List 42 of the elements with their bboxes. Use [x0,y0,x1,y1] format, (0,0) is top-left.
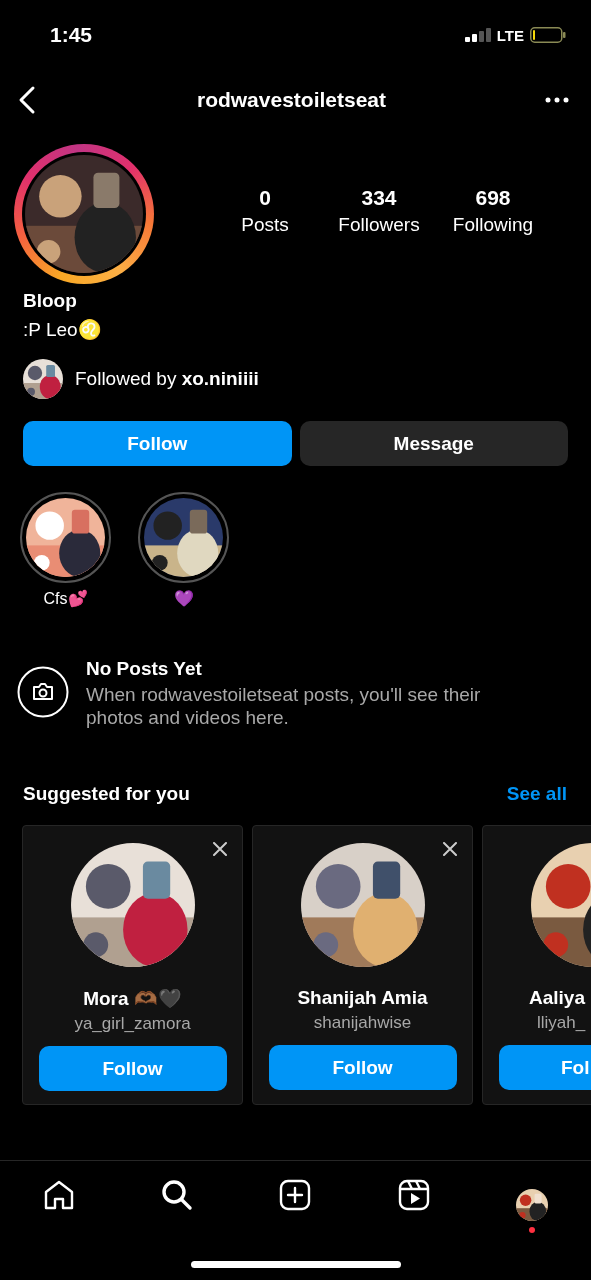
follow-button[interactable]: Follow [268,1045,457,1090]
section-title: Suggested for you [23,783,190,805]
follow-button[interactable]: Follow [23,421,292,466]
reels-icon[interactable] [397,1179,430,1211]
suggested-username: ya_girl_zamora [74,1014,191,1034]
message-button[interactable]: Message [299,421,568,466]
stat-count: 0 [259,186,271,210]
suggested-name: Aaliya [529,987,585,1009]
search-icon[interactable] [161,1179,194,1211]
suggested-name: Shanijah Amia [297,987,428,1009]
stat-label: Following [452,214,534,236]
close-icon[interactable] [443,842,457,856]
close-icon[interactable] [213,842,227,856]
suggested-name: Mora 🫶🏾🖤 [83,987,182,1010]
network-label: LTE [496,26,524,44]
suggested-username: lliyah_ [537,1013,586,1033]
highlight-label: 💜 [173,589,194,608]
stat-label: Followers [338,214,420,236]
battery-icon [530,27,566,43]
follow-button[interactable]: Fol [499,1045,591,1090]
stat-label: Posts [241,214,289,236]
signal-icon [464,28,491,42]
stat-count: 334 [361,186,397,210]
see-all-link[interactable]: See all [506,783,567,805]
more-icon[interactable] [545,97,569,103]
camera-icon [17,666,69,718]
display-name: Bloop [23,290,78,312]
clock-time: 1:45 [50,23,94,47]
highlight-label: Cfs💕 [43,589,88,608]
home-icon[interactable] [43,1179,76,1211]
empty-title: No Posts Yet [86,658,203,680]
follow-button[interactable]: Follow [38,1046,227,1091]
highlight-ring[interactable] [138,492,229,583]
bio-text: :P Leo♌ [23,318,103,341]
stat-count: 698 [475,186,511,210]
add-icon[interactable] [279,1179,312,1211]
highlight-ring[interactable] [20,492,111,583]
profile-tab[interactable] [515,1189,548,1221]
profile-username: rodwavestoiletseat [196,88,387,112]
empty-description: When rodwavestoiletseat posts, you'll see their photos and videos here. [86,683,482,729]
suggested-username: shanijahwise [313,1013,412,1033]
followed-by-text: Followed by xo.niniiii [75,368,259,390]
